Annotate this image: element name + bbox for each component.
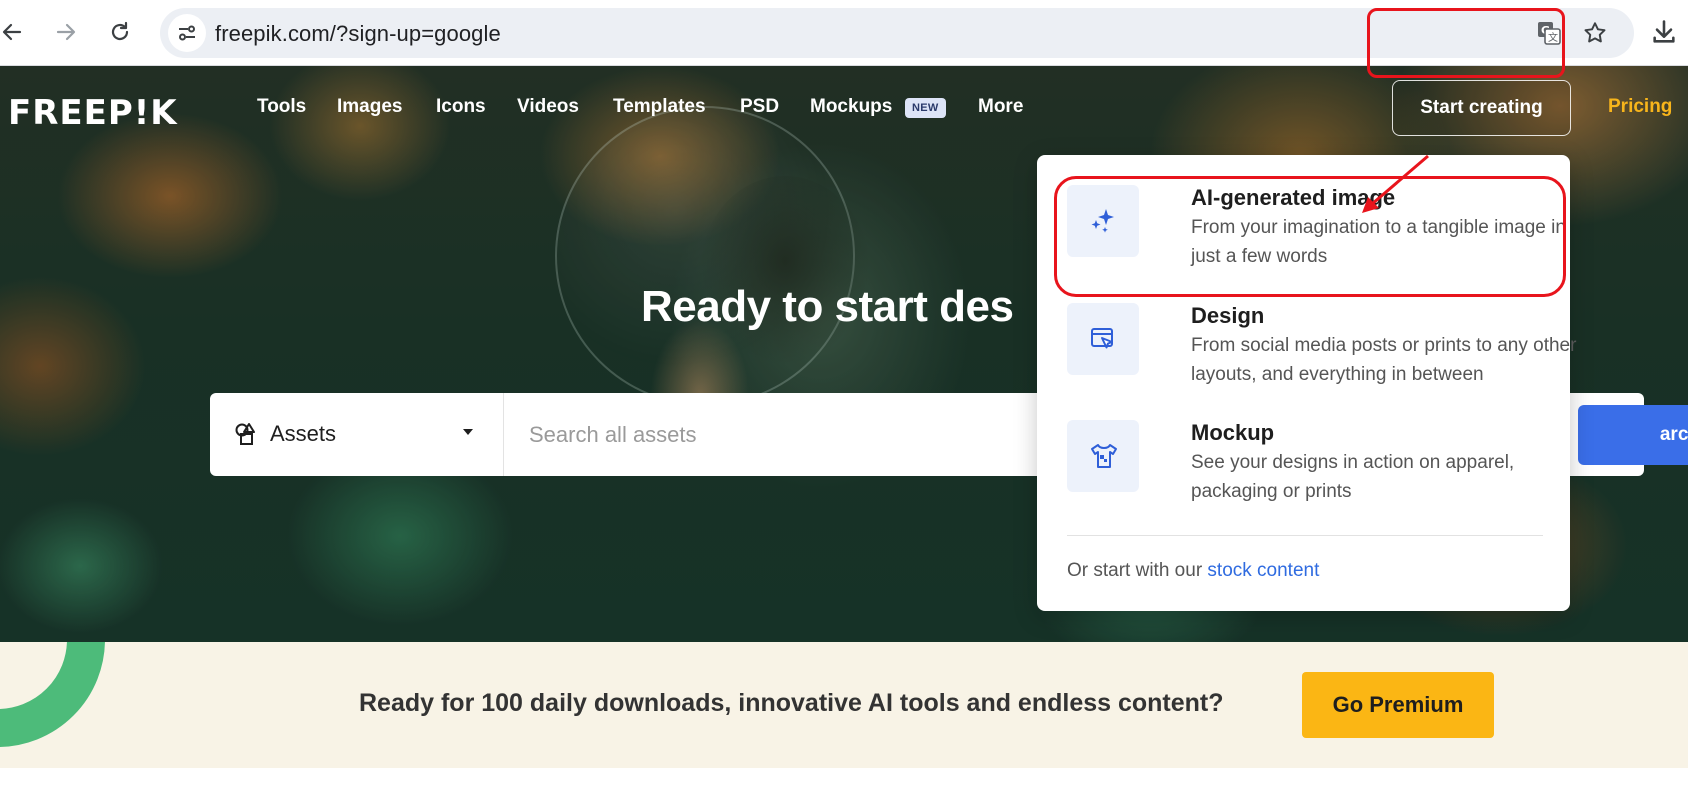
asset-type-select[interactable]: Assets: [210, 393, 504, 476]
nav-tools[interactable]: Tools: [257, 96, 306, 118]
premium-banner: Ready for 100 daily downloads, innovativ…: [0, 642, 1688, 768]
back-arrow-icon[interactable]: [0, 14, 30, 50]
dropdown-divider: [1067, 535, 1543, 536]
nav-icons[interactable]: Icons: [436, 96, 486, 118]
nav-videos[interactable]: Videos: [517, 96, 579, 118]
decorative-ring: [0, 642, 105, 747]
url-text[interactable]: freepik.com/?sign-up=google: [215, 21, 501, 47]
dropdown-item-mockup[interactable]: Mockup See your designs in action on app…: [1067, 420, 1547, 520]
nav-images[interactable]: Images: [337, 96, 402, 118]
nav-more[interactable]: More: [978, 96, 1023, 118]
dropdown-item-desc: See your designs in action on apparel, p…: [1191, 452, 1515, 502]
freepik-logo[interactable]: FREEP!K: [8, 93, 178, 133]
design-cursor-icon: [1067, 303, 1139, 375]
pricing-link[interactable]: Pricing: [1608, 96, 1672, 118]
new-badge: NEW: [905, 98, 946, 118]
nav-mockups[interactable]: Mockups: [810, 96, 892, 118]
start-creating-button[interactable]: Start creating: [1392, 80, 1571, 136]
hero-title: Ready to start des: [641, 282, 1014, 331]
download-icon[interactable]: [1648, 16, 1680, 48]
go-premium-button[interactable]: Go Premium: [1302, 672, 1494, 738]
nav-psd[interactable]: PSD: [740, 96, 779, 118]
site-info-icon[interactable]: [168, 14, 206, 52]
stock-content-link[interactable]: stock content: [1207, 560, 1319, 581]
shapes-icon: [235, 423, 255, 445]
search-button[interactable]: arch: [1578, 405, 1688, 465]
tshirt-mockup-icon: [1067, 420, 1139, 492]
chevron-down-icon: [463, 429, 473, 435]
dropdown-item-title: Mockup: [1191, 420, 1275, 445]
dropdown-footer: Or start with our stock content: [1067, 560, 1319, 582]
dropdown-item-design[interactable]: Design From social media posts or prints…: [1067, 303, 1576, 403]
forward-arrow-icon[interactable]: [48, 14, 84, 50]
asset-type-label: Assets: [270, 421, 337, 446]
dropdown-item-title: Design: [1191, 303, 1265, 328]
dropdown-item-desc: From social media posts or prints to any…: [1191, 335, 1577, 385]
reload-icon[interactable]: [102, 14, 138, 50]
dropdown-footer-text: Or start with our: [1067, 560, 1208, 581]
nav-templates[interactable]: Templates: [613, 96, 706, 118]
bookmark-star-icon[interactable]: [1582, 20, 1608, 46]
annotation-highlight-start-creating: [1367, 8, 1565, 78]
premium-banner-text: Ready for 100 daily downloads, innovativ…: [359, 689, 1224, 717]
annotation-highlight-ai-image: [1054, 176, 1566, 297]
